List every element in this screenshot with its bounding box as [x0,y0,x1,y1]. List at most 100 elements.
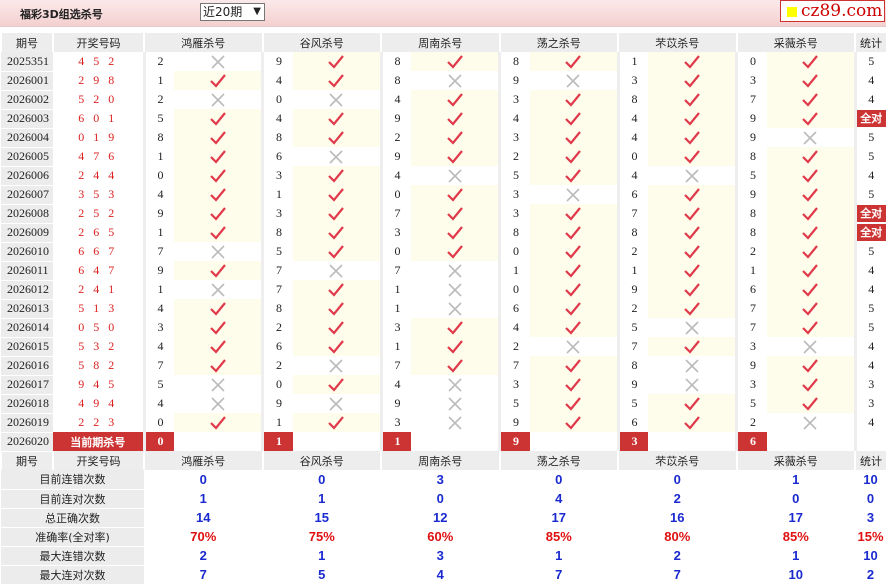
kill-number: 2 [144,52,174,71]
row-stat: 全对 [855,223,886,242]
check-icon [530,242,619,261]
kill-number: 5 [144,375,174,394]
check-icon [293,128,382,147]
stats-value: 1 [737,546,856,565]
kill-number: 9 [737,356,767,375]
check-icon [293,223,382,242]
col-draw: 开奖号码 [53,451,144,470]
stats-value: 3 [381,470,500,489]
check-icon [530,52,619,71]
stats-value: 10 [737,565,856,584]
row-stat-value: 5 [868,301,874,315]
current-kill-number: 6 [737,432,767,451]
stats-total: 15% [855,527,886,546]
row-stat: 3 [855,375,886,394]
period-range-select[interactable]: 近20期▼ [200,3,265,21]
empty-cell [174,432,263,451]
stats-value: 1 [144,489,263,508]
check-icon [530,375,619,394]
kill-number: 5 [500,166,530,185]
draw-cell: 0 1 9 [53,128,144,147]
period-cell: 2026001 [1,71,53,90]
check-icon [174,204,263,223]
stats-value: 17 [500,508,619,527]
check-icon [293,375,382,394]
kill-number: 7 [381,261,411,280]
row-stat-value: 4 [868,415,874,429]
col-period: 期号 [1,33,53,52]
stats-total: 10 [855,470,886,489]
kill-number: 0 [500,280,530,299]
check-icon [293,337,382,356]
stats-label: 目前连对次数 [1,489,144,508]
kill-number: 7 [144,356,174,375]
stats-value: 80% [618,527,737,546]
current-kill-value: 1 [383,432,412,451]
row-stat-value: 5 [868,244,874,258]
table-row: 20260054 7 61692085 [1,147,886,166]
kill-number: 4 [144,299,174,318]
check-icon [530,318,619,337]
stats-total: 10 [855,546,886,565]
check-icon [530,166,619,185]
cross-icon [648,375,737,394]
kill-number: 3 [263,204,293,223]
draw-cell: 2 2 3 [53,413,144,432]
check-icon [293,318,382,337]
empty-cell [648,432,737,451]
check-icon [411,223,500,242]
kill-number: 2 [381,128,411,147]
kill-number: 4 [618,109,648,128]
stats-value: 15 [263,508,382,527]
kill-number: 5 [737,394,767,413]
stats-row: 总正确次数1415121716173 [1,508,886,527]
stats-total: 0 [855,489,886,508]
kill-number: 1 [618,261,648,280]
stats-label: 最大连错次数 [1,546,144,565]
row-stat: 4 [855,90,886,109]
cross-icon [174,90,263,109]
period-cell: 2026019 [1,413,53,432]
check-icon [767,242,856,261]
kill-number: 6 [737,280,767,299]
kill-number: 8 [737,223,767,242]
kill-number: 8 [500,52,530,71]
kill-number: 4 [500,109,530,128]
period-cell: 2026018 [1,394,53,413]
stats-value: 0 [263,470,382,489]
cross-icon [411,375,500,394]
stats-value: 4 [381,565,500,584]
cross-icon [174,280,263,299]
stats-value: 0 [618,470,737,489]
row-stat-value: 全对 [857,224,886,241]
row-stat: 4 [855,337,886,356]
cross-icon [174,375,263,394]
kill-number: 1 [263,185,293,204]
stats-value: 16 [618,508,737,527]
row-stat: 5 [855,147,886,166]
col-expert: 芣苡杀号 [618,33,737,52]
check-icon [174,337,263,356]
check-icon [530,261,619,280]
kill-number: 1 [144,71,174,90]
period-cell: 2025351 [1,52,53,71]
kill-number: 1 [737,261,767,280]
cross-icon [411,413,500,432]
stats-value: 4 [500,489,619,508]
kill-number: 6 [263,147,293,166]
check-icon [174,109,263,128]
kill-number: 3 [500,185,530,204]
kill-number: 0 [381,242,411,261]
check-icon [530,413,619,432]
site-logo[interactable]: cz89.com [780,0,885,22]
check-icon [411,204,500,223]
row-stat-value: 5 [868,320,874,334]
col-expert: 谷风杀号 [263,451,382,470]
table-row: 20260040 1 98823495 [1,128,886,147]
check-icon [648,299,737,318]
check-icon [767,71,856,90]
check-icon [648,223,737,242]
stats-value: 85% [500,527,619,546]
table-row: 20260025 2 02043874 [1,90,886,109]
stats-value: 0 [144,470,263,489]
